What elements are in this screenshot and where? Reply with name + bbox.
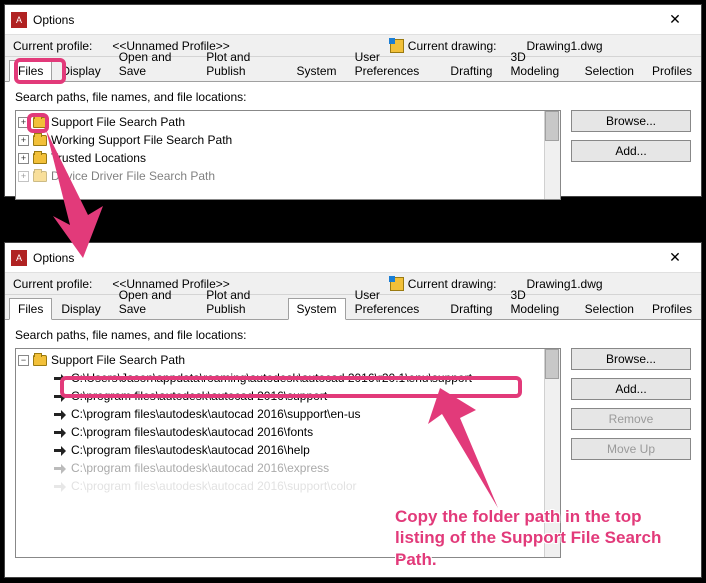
add-button[interactable]: Add...: [571, 140, 691, 162]
tree-item-path[interactable]: C:\Users\Jason\appdata\roaming\autodesk\…: [16, 369, 560, 387]
tree-view[interactable]: − Support File Search Path C:\Users\Jaso…: [15, 348, 561, 558]
tab-strip: Files Display Open and Save Plot and Pub…: [5, 295, 701, 319]
window-title: Options: [33, 13, 74, 27]
close-button[interactable]: ✕: [655, 11, 695, 28]
tab-drafting[interactable]: Drafting: [441, 60, 501, 81]
tab-files[interactable]: Files: [9, 60, 52, 82]
tab-selection[interactable]: Selection: [576, 60, 643, 81]
search-paths-label: Search paths, file names, and file locat…: [15, 328, 691, 342]
search-paths-label: Search paths, file names, and file locat…: [15, 90, 691, 104]
tab-plot-and-publish[interactable]: Plot and Publish: [197, 284, 287, 319]
expand-icon[interactable]: +: [18, 117, 29, 128]
tab-strip: Files Display Open and Save Plot and Pub…: [5, 57, 701, 81]
path-arrow-icon: [53, 427, 67, 438]
tab-selection[interactable]: Selection: [576, 298, 643, 319]
app-icon: A: [11, 250, 27, 266]
tree-item-path[interactable]: C:\program files\autodesk\autocad 2016\s…: [16, 387, 560, 405]
tree-item[interactable]: + Trusted Locations: [16, 149, 560, 167]
remove-button[interactable]: Remove: [571, 408, 691, 430]
path-arrow-icon: [53, 373, 67, 384]
folder-icon: [33, 153, 47, 164]
tab-drafting[interactable]: Drafting: [441, 298, 501, 319]
button-column: Browse... Add... Remove Move Up: [571, 348, 691, 558]
tab-3d-modeling[interactable]: 3D Modeling: [501, 46, 575, 81]
path-arrow-icon: [53, 409, 67, 420]
tab-user-preferences[interactable]: User Preferences: [346, 46, 442, 81]
scrollbar[interactable]: [544, 111, 560, 199]
tree-view[interactable]: + Support File Search Path + Working Sup…: [15, 110, 561, 200]
scroll-thumb[interactable]: [545, 349, 559, 379]
tab-open-and-save[interactable]: Open and Save: [110, 284, 198, 319]
tree-item-path[interactable]: C:\program files\autodesk\autocad 2016\s…: [16, 477, 560, 495]
options-dialog-top: A Options ✕ Current profile: <<Unnamed P…: [4, 4, 702, 197]
tab-content: Search paths, file names, and file locat…: [5, 81, 701, 208]
path-arrow-icon: [53, 445, 67, 456]
tab-3d-modeling[interactable]: 3D Modeling: [501, 284, 575, 319]
tree-item-path[interactable]: C:\program files\autodesk\autocad 2016\f…: [16, 423, 560, 441]
tree-item[interactable]: + Device Driver File Search Path: [16, 167, 560, 185]
titlebar: A Options ✕: [5, 243, 701, 273]
tree-item[interactable]: + Working Support File Search Path: [16, 131, 560, 149]
tab-open-and-save[interactable]: Open and Save: [110, 46, 198, 81]
titlebar: A Options ✕: [5, 5, 701, 35]
folder-icon: [33, 355, 47, 366]
tab-display[interactable]: Display: [52, 60, 109, 81]
tab-system[interactable]: System: [288, 60, 346, 81]
tab-plot-and-publish[interactable]: Plot and Publish: [197, 46, 287, 81]
browse-button[interactable]: Browse...: [571, 110, 691, 132]
moveup-button[interactable]: Move Up: [571, 438, 691, 460]
path-arrow-icon: [53, 463, 67, 474]
scrollbar[interactable]: [544, 349, 560, 557]
tab-system[interactable]: System: [288, 298, 346, 320]
tree-item-path[interactable]: C:\program files\autodesk\autocad 2016\h…: [16, 441, 560, 459]
folder-icon: [33, 135, 47, 146]
tab-user-preferences[interactable]: User Preferences: [346, 284, 442, 319]
path-arrow-icon: [53, 391, 67, 402]
collapse-icon[interactable]: −: [18, 355, 29, 366]
tab-files[interactable]: Files: [9, 298, 52, 320]
app-icon: A: [11, 12, 27, 28]
tree-item-path[interactable]: C:\program files\autodesk\autocad 2016\s…: [16, 405, 560, 423]
tab-profiles[interactable]: Profiles: [643, 298, 701, 319]
options-dialog-bottom: A Options ✕ Current profile: <<Unnamed P…: [4, 242, 702, 578]
expand-icon[interactable]: +: [18, 135, 29, 146]
expand-icon[interactable]: +: [18, 171, 29, 182]
tree-item[interactable]: + Support File Search Path: [16, 113, 560, 131]
path-arrow-icon: [53, 481, 67, 492]
tab-profiles[interactable]: Profiles: [643, 60, 701, 81]
tab-content: Search paths, file names, and file locat…: [5, 319, 701, 566]
browse-button[interactable]: Browse...: [571, 348, 691, 370]
folder-icon: [33, 171, 47, 182]
current-profile-label: Current profile:: [13, 277, 92, 291]
window-title: Options: [33, 251, 74, 265]
folder-icon: [33, 117, 47, 128]
add-button[interactable]: Add...: [571, 378, 691, 400]
button-column: Browse... Add...: [571, 110, 691, 200]
current-profile-label: Current profile:: [13, 39, 92, 53]
close-button[interactable]: ✕: [655, 249, 695, 266]
scroll-thumb[interactable]: [545, 111, 559, 141]
tab-display[interactable]: Display: [52, 298, 109, 319]
tree-item-root[interactable]: − Support File Search Path: [16, 351, 560, 369]
tree-item-path[interactable]: C:\program files\autodesk\autocad 2016\e…: [16, 459, 560, 477]
expand-icon[interactable]: +: [18, 153, 29, 164]
